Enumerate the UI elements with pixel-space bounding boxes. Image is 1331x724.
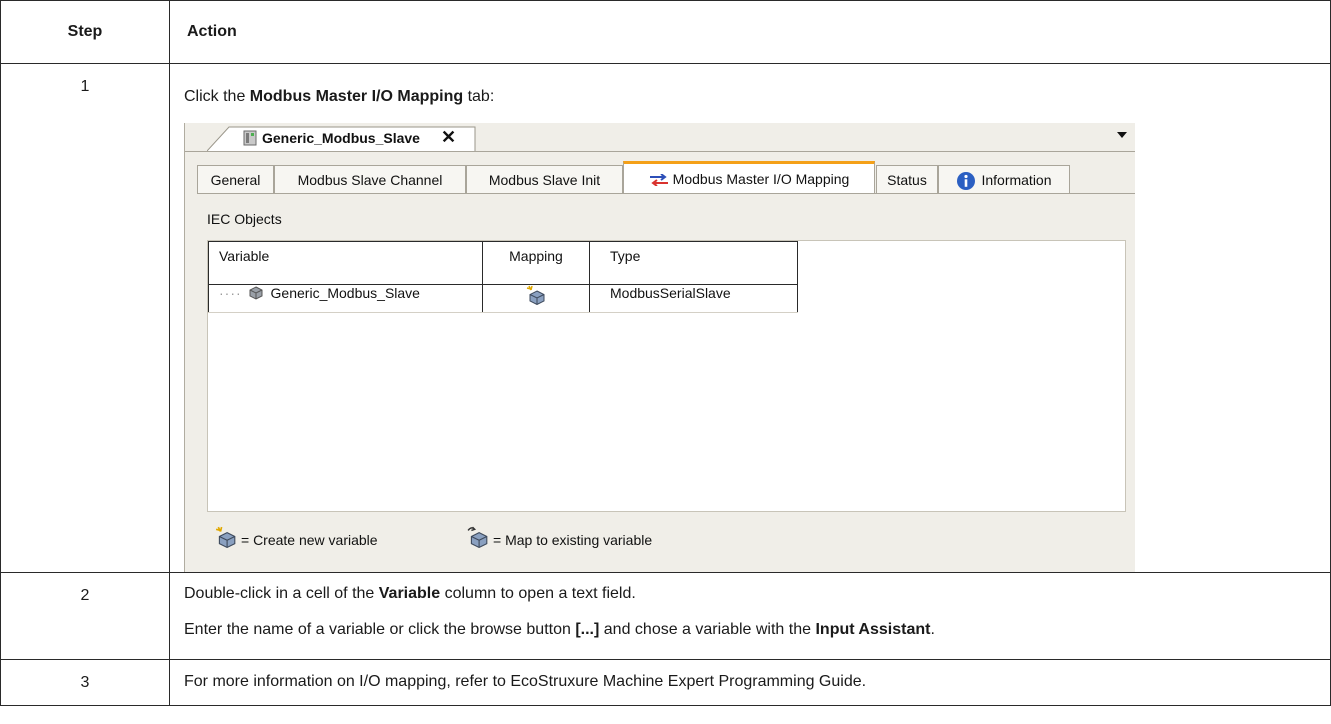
- instruction-text: Double-click in a cell of the Variable c…: [184, 584, 1330, 604]
- text-plain: Enter the name of a variable or click th…: [184, 621, 576, 638]
- document-tab[interactable]: Generic_Modbus_Slave ✕: [207, 126, 477, 151]
- table-row[interactable]: ···· Generic_Modbus_Slave ModbusSerialSl…: [208, 284, 798, 313]
- text-bold-browse-button: [...]: [575, 621, 600, 638]
- text-bold-column-name: Variable: [378, 585, 441, 602]
- editor-screenshot: Generic_Modbus_Slave ✕ General Modbus Sl…: [184, 123, 1135, 572]
- variable-name: Generic_Modbus_Slave: [270, 285, 420, 301]
- tab-status[interactable]: Status: [876, 165, 938, 193]
- step-action: Double-click in a cell of the Variable c…: [169, 572, 1331, 660]
- tab-modbus-slave-init[interactable]: Modbus Slave Init: [466, 165, 623, 193]
- mapping-cell[interactable]: [482, 284, 590, 313]
- document-tab-bar: Generic_Modbus_Slave ✕: [185, 123, 1135, 152]
- chevron-down-icon[interactable]: [1117, 132, 1127, 138]
- text-plain: .: [930, 621, 935, 638]
- tab-modbus-master-io-mapping[interactable]: Modbus Master I/O Mapping: [623, 161, 875, 194]
- create-new-variable-icon: [526, 285, 545, 306]
- instruction-text: For more information on I/O mapping, ref…: [184, 673, 867, 690]
- text-bold-input-assistant: Input Assistant: [815, 621, 931, 638]
- step-row-1: 1 Click the Modbus Master I/O Mapping ta…: [0, 63, 1331, 573]
- text-plain: column to open a text field.: [440, 585, 636, 602]
- column-header-variable[interactable]: Variable: [208, 241, 483, 285]
- close-icon[interactable]: ✕: [441, 127, 456, 147]
- instruction-text: Click the Modbus Master I/O Mapping tab:: [184, 87, 1330, 107]
- tab-label: Modbus Master I/O Mapping: [672, 171, 850, 187]
- tab-general[interactable]: General: [197, 165, 274, 193]
- device-icon: [243, 130, 257, 146]
- steps-table: Step Action 1 Click the Modbus Master I/…: [0, 0, 1331, 706]
- text-plain: tab:: [463, 88, 495, 105]
- step-number: 3: [0, 659, 170, 706]
- tab-label: Information: [981, 172, 1052, 188]
- instruction-text: Enter the name of a variable or click th…: [184, 620, 1330, 640]
- step-action: For more information on I/O mapping, ref…: [169, 659, 1331, 706]
- text-plain: and chose a variable with the: [599, 621, 816, 638]
- header-action: Action: [169, 0, 1331, 64]
- device-cube-icon: [249, 286, 263, 300]
- map-to-existing-variable-icon: [467, 526, 488, 548]
- column-header-mapping[interactable]: Mapping: [482, 241, 590, 285]
- text-plain: Click the: [184, 88, 250, 105]
- info-icon: [957, 172, 976, 191]
- create-new-variable-icon: [215, 526, 236, 548]
- variable-cell[interactable]: ···· Generic_Modbus_Slave: [208, 284, 483, 313]
- iec-objects-table: Variable Mapping Type ···· Generic_Modbu…: [208, 241, 798, 313]
- legend-create-text: = Create new variable: [241, 532, 378, 548]
- tree-dots: ····: [219, 285, 242, 301]
- step-row-3: 3 For more information on I/O mapping, r…: [0, 659, 1331, 706]
- io-mapping-icon: [649, 173, 668, 188]
- column-header-type[interactable]: Type: [589, 241, 798, 285]
- type-cell: ModbusSerialSlave: [589, 284, 798, 313]
- header-row: Step Action: [0, 0, 1331, 64]
- text-plain: Double-click in a cell of the: [184, 585, 379, 602]
- tab-divider: [197, 193, 1135, 194]
- step-number: 1: [0, 63, 170, 573]
- step-number: 2: [0, 572, 170, 660]
- step-row-2: 2 Double-click in a cell of the Variable…: [0, 572, 1331, 660]
- header-step: Step: [0, 0, 170, 64]
- document-tab-title: Generic_Modbus_Slave: [262, 130, 420, 146]
- iec-objects-label: IEC Objects: [207, 211, 282, 227]
- tab-modbus-slave-channel[interactable]: Modbus Slave Channel: [274, 165, 466, 193]
- tab-information[interactable]: Information: [938, 165, 1070, 193]
- iec-objects-grid: Variable Mapping Type ···· Generic_Modbu…: [207, 240, 1126, 512]
- legend-map-text: = Map to existing variable: [493, 532, 653, 548]
- grid-header-row: Variable Mapping Type: [208, 241, 798, 285]
- step-action: Click the Modbus Master I/O Mapping tab:…: [169, 63, 1331, 573]
- text-bold-tab-name: Modbus Master I/O Mapping: [249, 88, 464, 105]
